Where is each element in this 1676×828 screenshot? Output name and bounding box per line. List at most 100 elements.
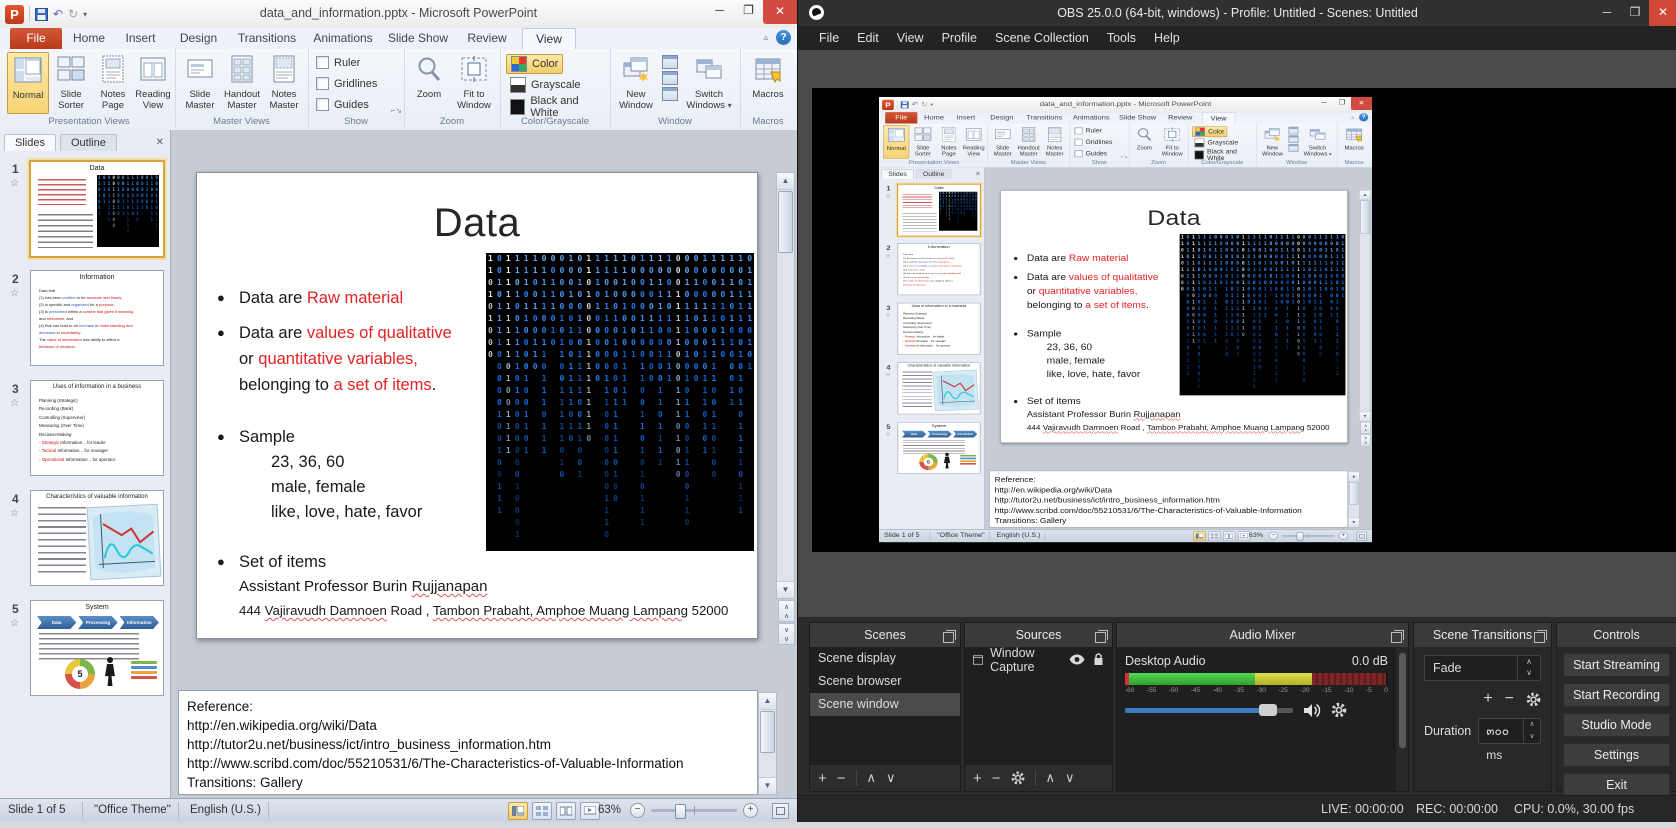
- source-properties-gear-icon[interactable]: [1011, 771, 1025, 785]
- previous-slide-button[interactable]: ∧∧: [778, 600, 795, 622]
- start-recording-button[interactable]: Start Recording: [1563, 683, 1670, 707]
- sources-header[interactable]: Sources: [965, 623, 1112, 647]
- remove-source-icon[interactable]: −: [992, 770, 1001, 787]
- menu-tools[interactable]: Tools: [1098, 26, 1145, 50]
- cascade-windows-icon[interactable]: [662, 55, 678, 69]
- menu-file[interactable]: File: [810, 26, 848, 50]
- maximize-button[interactable]: ❐: [734, 0, 763, 22]
- powerpoint-titlebar[interactable]: P ↶ ↻ ▾ data_and_information.pptx - Micr…: [0, 0, 797, 29]
- scrollbar-thumb[interactable]: [778, 191, 793, 253]
- dialog-launcher-icon[interactable]: ⌐↘: [391, 106, 402, 115]
- scroll-down-icon[interactable]: ▼: [777, 581, 794, 598]
- normal-view-button[interactable]: Normal: [7, 52, 49, 114]
- normal-view-toggle[interactable]: [508, 802, 528, 820]
- preview-window-capture[interactable]: P ↶ ↻ ▾ data_and_information.pptx - Micr…: [879, 97, 1373, 543]
- volume-slider[interactable]: [1125, 708, 1293, 713]
- zoom-out-button[interactable]: −: [630, 803, 645, 818]
- slide-thumbnail-2[interactable]: 2 ☆ Information Data that (1) has been v…: [0, 270, 168, 366]
- scroll-up-icon[interactable]: ▲: [759, 693, 776, 710]
- add-transition-icon[interactable]: +: [1483, 690, 1492, 708]
- reading-view-toggle[interactable]: [556, 802, 576, 820]
- powerpoint-app-icon[interactable]: P: [5, 5, 24, 24]
- scene-item[interactable]: Scene display: [810, 647, 960, 670]
- scrollbar-thumb[interactable]: [760, 711, 775, 753]
- duration-input[interactable]: ๓๐๐ ms ∧∨: [1478, 718, 1541, 744]
- slideshow-toggle[interactable]: [580, 802, 600, 820]
- slide-master-button[interactable]: Slide Master: [180, 52, 220, 112]
- grayscale-button[interactable]: Grayscale: [506, 76, 585, 94]
- qat-dropdown-icon[interactable]: ▾: [83, 10, 87, 19]
- tab-slides[interactable]: Slides: [4, 134, 56, 151]
- slide-scrollbar[interactable]: ▲ ▼: [776, 172, 795, 599]
- zoom-slider[interactable]: [651, 809, 737, 812]
- notes-master-button[interactable]: Notes Master: [264, 52, 304, 112]
- add-scene-icon[interactable]: +: [818, 770, 827, 787]
- redo-icon[interactable]: ↻: [68, 5, 78, 23]
- slide-sorter-toggle[interactable]: [532, 802, 552, 820]
- mixer-scrollbar[interactable]: [1399, 651, 1406, 781]
- exit-button[interactable]: Exit: [1563, 773, 1670, 797]
- source-item[interactable]: Window Capture: [965, 647, 1112, 672]
- close-button[interactable]: ✕: [763, 0, 797, 24]
- remove-scene-icon[interactable]: −: [837, 770, 846, 787]
- gridlines-checkbox[interactable]: Gridlines: [316, 77, 377, 90]
- popout-icon[interactable]: [1095, 632, 1106, 643]
- language-status[interactable]: English (U.S.): [190, 799, 261, 822]
- volume-slider-handle[interactable]: [1259, 704, 1277, 716]
- minimize-button[interactable]: ─: [1593, 0, 1621, 26]
- handout-master-button[interactable]: Handout Master: [222, 52, 262, 112]
- zoom-percentage[interactable]: 63%: [598, 799, 621, 822]
- tab-review[interactable]: Review: [456, 28, 518, 49]
- zoom-in-button[interactable]: +: [743, 803, 758, 818]
- eye-visible-icon[interactable]: [1069, 654, 1085, 665]
- help-icon[interactable]: ?: [776, 30, 791, 45]
- popout-icon[interactable]: [943, 632, 954, 643]
- minimize-button[interactable]: ─: [705, 0, 734, 22]
- scene-transitions-header[interactable]: Scene Transitions: [1414, 623, 1551, 647]
- notes-page-button[interactable]: Notes Page: [93, 52, 133, 112]
- tab-insert[interactable]: Insert: [116, 28, 165, 49]
- menu-profile[interactable]: Profile: [933, 26, 986, 50]
- popout-icon[interactable]: [1534, 632, 1545, 643]
- start-streaming-button[interactable]: Start Streaming: [1563, 653, 1670, 677]
- slide-thumbnail-3[interactable]: 3 ☆ Uses of information in a business Pl…: [0, 380, 168, 476]
- maximize-button[interactable]: ❐: [1621, 0, 1649, 26]
- ruler-checkbox[interactable]: Ruler: [316, 56, 360, 69]
- next-slide-button[interactable]: ∨∨: [778, 623, 795, 645]
- tab-home[interactable]: Home: [66, 28, 112, 49]
- slide-thumbnail-4[interactable]: 4 ☆ Characteristics of valuable informat…: [0, 490, 168, 586]
- black-and-white-button[interactable]: Black and White: [506, 98, 610, 116]
- remove-transition-icon[interactable]: −: [1505, 690, 1514, 708]
- obs-titlebar[interactable]: OBS 25.0.0 (64-bit, windows) - Profile: …: [798, 0, 1676, 26]
- menu-view[interactable]: View: [888, 26, 933, 50]
- new-window-button[interactable]: New Window: [616, 52, 656, 112]
- guides-checkbox[interactable]: Guides: [316, 98, 369, 111]
- scene-item-selected[interactable]: Scene window: [810, 693, 960, 716]
- fit-slide-to-window-button[interactable]: [772, 803, 789, 819]
- move-down-icon[interactable]: ∨: [886, 770, 896, 786]
- slide-thumbnail-1[interactable]: 1 ☆ Data 1101001011010101111000110100000…: [0, 160, 168, 256]
- move-up-icon[interactable]: ∧: [1046, 770, 1056, 786]
- menu-help[interactable]: Help: [1145, 26, 1189, 50]
- notes-pane[interactable]: Reference: http://en.wikipedia.org/wiki/…: [178, 690, 758, 795]
- studio-mode-button[interactable]: Studio Mode: [1563, 713, 1670, 737]
- settings-button[interactable]: Settings: [1563, 743, 1670, 767]
- speaker-icon[interactable]: [1303, 703, 1321, 718]
- slide-number-status[interactable]: Slide 1 of 5: [8, 799, 66, 822]
- macros-button[interactable]: Macros: [748, 52, 788, 112]
- tab-slide-show[interactable]: Slide Show: [384, 28, 452, 49]
- tab-file[interactable]: File: [10, 28, 62, 49]
- lock-icon[interactable]: [1093, 653, 1104, 666]
- tab-design[interactable]: Design: [169, 28, 228, 49]
- fit-to-window-button[interactable]: Fit to Window: [454, 52, 494, 112]
- popout-icon[interactable]: [1391, 632, 1402, 643]
- zoom-slider-thumb[interactable]: [675, 804, 686, 819]
- scene-item[interactable]: Scene browser: [810, 670, 960, 693]
- scroll-up-icon[interactable]: ▲: [777, 173, 794, 190]
- slide-thumbnail-5[interactable]: 5 ☆ System Data Processing Information 5: [0, 600, 168, 696]
- slide-body-text[interactable]: ●Data are Raw material ●Data are values …: [215, 285, 495, 623]
- color-button[interactable]: Color: [506, 54, 563, 74]
- spinner-arrows-icon[interactable]: ∧∨: [1523, 719, 1540, 743]
- move-down-icon[interactable]: ∨: [1065, 770, 1075, 786]
- zoom-button[interactable]: Zoom: [409, 52, 449, 112]
